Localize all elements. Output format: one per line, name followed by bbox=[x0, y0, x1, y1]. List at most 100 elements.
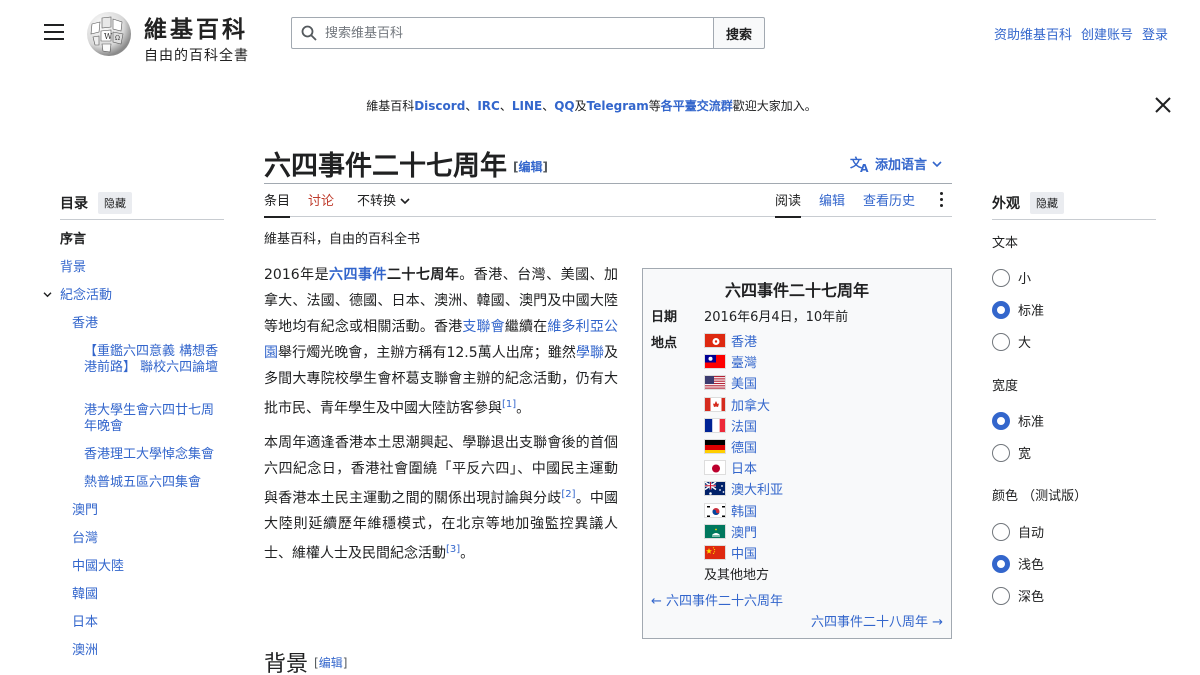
add-language-button[interactable]: 文A 添加语言 bbox=[850, 154, 942, 173]
toc-title: 目录 bbox=[60, 196, 88, 212]
tab-talk[interactable]: 讨论 bbox=[308, 190, 334, 216]
place-link[interactable]: 臺灣 bbox=[731, 352, 757, 371]
wordmark[interactable]: 維基百科 自由的百科全書 bbox=[144, 10, 249, 65]
infobox-date-value: 2016年6月4日，10年前 bbox=[704, 310, 849, 325]
article-link[interactable]: 學聯 bbox=[576, 345, 604, 361]
search-button[interactable]: 搜索 bbox=[713, 17, 765, 49]
next-anniversary-link[interactable]: 六四事件二十八周年 → bbox=[811, 611, 943, 630]
tab-read[interactable]: 阅读 bbox=[775, 190, 802, 218]
article-link[interactable]: 六四事件 bbox=[329, 267, 387, 283]
more-actions-icon[interactable] bbox=[940, 192, 944, 210]
radio-button[interactable] bbox=[992, 554, 1010, 573]
radio-button[interactable] bbox=[992, 411, 1010, 430]
notice-text: 及 bbox=[574, 99, 587, 113]
place-link[interactable]: 美国 bbox=[731, 373, 757, 392]
toc-item[interactable]: 序言 bbox=[60, 232, 224, 248]
toc-item[interactable]: 香港理工大學悼念集會 bbox=[84, 447, 224, 463]
place-link[interactable]: 德国 bbox=[731, 437, 757, 456]
toc-item[interactable]: 背景 bbox=[60, 260, 224, 276]
place-link[interactable]: 韩国 bbox=[731, 501, 757, 520]
citation-link[interactable]: [3] bbox=[446, 544, 460, 555]
add-language-label: 添加语言 bbox=[875, 158, 928, 173]
appearance-divider bbox=[992, 219, 1156, 220]
flag-us-icon bbox=[704, 375, 726, 391]
radio-button[interactable] bbox=[992, 443, 1010, 462]
radio-color-option[interactable]: 浅色 bbox=[992, 554, 1044, 573]
title-edit-link[interactable]: 编辑 bbox=[518, 160, 542, 174]
place-link[interactable]: 日本 bbox=[731, 458, 757, 477]
place-link[interactable]: 中国 bbox=[731, 543, 757, 562]
create-account-link[interactable]: 创建账号 bbox=[1081, 24, 1133, 43]
site-subtitle: 維基百科，自由的百科全书 bbox=[264, 232, 421, 247]
toc-hide-button[interactable]: 隐藏 bbox=[98, 192, 132, 214]
notice-link[interactable]: QQ bbox=[554, 99, 574, 113]
toc-item[interactable]: 【重鑑六四意義 構想香港前路】 聯校六四論壇 bbox=[84, 344, 224, 376]
toc-item[interactable]: 香港 bbox=[72, 316, 224, 332]
toc-item[interactable]: 澳洲 bbox=[72, 643, 224, 659]
notice-link[interactable]: LINE bbox=[512, 99, 542, 113]
section-edit: [编辑] bbox=[314, 656, 348, 670]
login-link[interactable]: 登录 bbox=[1142, 24, 1168, 43]
citation-link[interactable]: [2] bbox=[561, 489, 575, 500]
radio-text-option[interactable]: 小 bbox=[992, 268, 1031, 287]
radio-width-option[interactable]: 宽 bbox=[992, 443, 1031, 462]
toc-item[interactable]: 港大學生會六四廿七周年晚會 bbox=[84, 403, 224, 435]
notice-link[interactable]: Discord bbox=[414, 99, 465, 113]
radio-button[interactable] bbox=[992, 586, 1010, 605]
toc-item[interactable]: 熱普城五區六四集會 bbox=[84, 475, 224, 491]
radio-button[interactable] bbox=[992, 268, 1010, 287]
prev-anniversary-link[interactable]: ← 六四事件二十六周年 bbox=[651, 590, 783, 609]
citation-link[interactable]: [1] bbox=[502, 399, 516, 410]
chevron-down-icon[interactable] bbox=[43, 290, 52, 301]
place-item: 澳大利亚 bbox=[704, 478, 783, 499]
appearance-hide-button[interactable]: 隐藏 bbox=[1030, 192, 1064, 214]
svg-text:Ω: Ω bbox=[115, 35, 120, 42]
radio-button[interactable] bbox=[992, 332, 1010, 351]
article-link[interactable]: 支聯會 bbox=[462, 319, 505, 335]
place-link[interactable]: 澳門 bbox=[731, 522, 757, 541]
flag-cn-icon bbox=[704, 544, 726, 560]
place-item: 澳門 bbox=[704, 521, 783, 542]
toc-item[interactable]: 日本 bbox=[72, 615, 224, 631]
notice-link[interactable]: Telegram bbox=[587, 99, 649, 113]
donate-link[interactable]: 资助维基百科 bbox=[994, 24, 1072, 43]
main-menu-icon[interactable] bbox=[44, 24, 64, 40]
wikipedia-globe-logo[interactable]: W Ω bbox=[84, 10, 134, 58]
place-item: 日本 bbox=[704, 457, 783, 478]
notice-link[interactable]: 各平臺交流群 bbox=[661, 99, 733, 113]
infobox-date-label: 日期 bbox=[651, 310, 678, 325]
place-link[interactable]: 香港 bbox=[731, 331, 757, 350]
flag-mo-icon bbox=[704, 523, 726, 539]
color-label: 颜色 （测试版） bbox=[992, 489, 1088, 504]
radio-color-option[interactable]: 深色 bbox=[992, 586, 1044, 605]
title-divider bbox=[264, 183, 952, 184]
toc-item[interactable]: 中國大陸 bbox=[72, 559, 224, 575]
place-link[interactable]: 澳大利亚 bbox=[731, 479, 783, 498]
tab-article[interactable]: 条目 bbox=[264, 190, 291, 218]
title-edit-section: [编辑] bbox=[513, 160, 548, 174]
place-link[interactable]: 法国 bbox=[731, 416, 757, 435]
radio-button[interactable] bbox=[992, 300, 1010, 319]
tab-edit[interactable]: 编辑 bbox=[819, 190, 845, 216]
site-title: 維基百科 bbox=[144, 16, 248, 43]
radio-text-option[interactable]: 大 bbox=[992, 332, 1031, 351]
tab-history[interactable]: 查看历史 bbox=[863, 190, 915, 216]
notice-link[interactable]: IRC bbox=[477, 99, 500, 113]
toc-item[interactable]: 台灣 bbox=[72, 531, 224, 547]
radio-label: 宽 bbox=[1018, 447, 1032, 462]
place-item: 臺灣 bbox=[704, 351, 783, 372]
toc-item[interactable]: 澳門 bbox=[72, 503, 224, 519]
place-link[interactable]: 加拿大 bbox=[731, 395, 770, 414]
toc-item[interactable]: 韓國 bbox=[72, 587, 224, 603]
radio-button[interactable] bbox=[992, 522, 1010, 541]
radio-label: 标准 bbox=[1018, 304, 1045, 319]
radio-text-option[interactable]: 标准 bbox=[992, 300, 1044, 319]
radio-width-option[interactable]: 标准 bbox=[992, 411, 1044, 430]
radio-color-option[interactable]: 自动 bbox=[992, 522, 1044, 541]
toc-item[interactable]: 紀念活動 bbox=[60, 288, 224, 304]
svg-text:W: W bbox=[104, 32, 113, 41]
search-input[interactable] bbox=[325, 25, 685, 41]
section-edit-link[interactable]: 编辑 bbox=[319, 656, 343, 670]
tab-variant[interactable]: 不转换 bbox=[357, 190, 410, 216]
close-icon[interactable] bbox=[1154, 96, 1172, 114]
